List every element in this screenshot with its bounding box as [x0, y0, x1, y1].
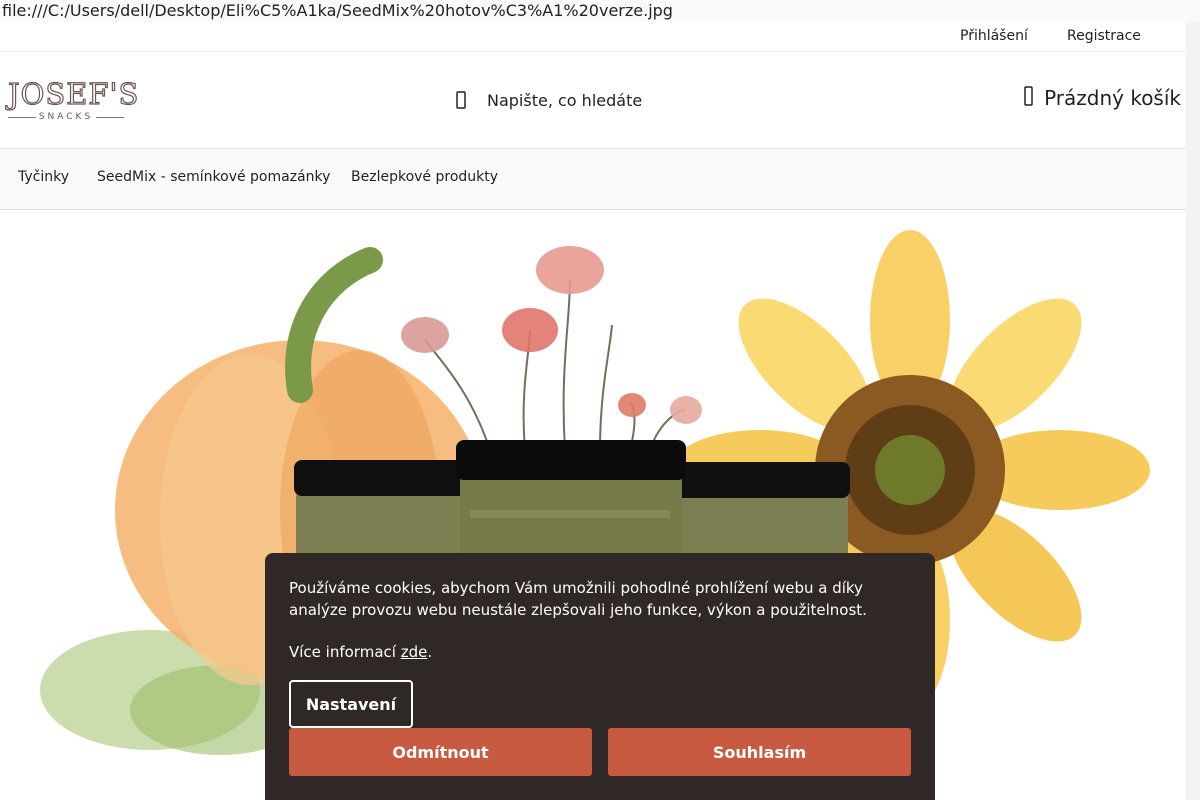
cookie-text: Používáme cookies, abychom Vám umožnili … [289, 579, 867, 619]
cookie-more-info: Více informací zde. [289, 641, 911, 663]
search-box[interactable]: Napište, co hledáte [453, 86, 642, 114]
register-link[interactable]: Registrace [1067, 28, 1141, 44]
search-icon[interactable] [453, 91, 469, 109]
cookie-more-prefix: Více informací [289, 643, 401, 661]
login-link[interactable]: Přihlášení [960, 28, 1028, 44]
cart-button[interactable]: Prázdný košík [1024, 86, 1181, 110]
cart-icon [1024, 86, 1034, 110]
nav-item-tycinky[interactable]: Tyčinky [18, 169, 69, 185]
browser-url-bar[interactable]: file:///C:/Users/dell/Desktop/Eli%C5%A1k… [0, 0, 1200, 22]
top-bar: Přihlášení Registrace [0, 22, 1186, 52]
main-nav: Tyčinky SeedMix - semínkové pomazánky Be… [0, 149, 1186, 210]
cookie-more-suffix: . [427, 643, 433, 661]
nav-item-bezlepkove[interactable]: Bezlepkové produkty [351, 169, 498, 185]
site-header: JOSEF'S SNACKS Napište, co hledáte Prázd… [0, 52, 1186, 149]
logo-divider [96, 117, 124, 118]
nav-item-seedmix[interactable]: SeedMix - semínkové pomazánky [97, 169, 330, 185]
cookie-accept-button[interactable]: Souhlasím [608, 728, 911, 776]
cookie-consent-panel: Používáme cookies, abychom Vám umožnili … [265, 553, 935, 800]
logo[interactable]: JOSEF'S SNACKS [7, 77, 140, 126]
page-scrollbar[interactable] [1186, 22, 1200, 800]
search-input[interactable]: Napište, co hledáte [487, 91, 642, 110]
cart-label: Prázdný košík [1044, 86, 1181, 110]
cookie-more-link[interactable]: zde [401, 643, 428, 661]
cookie-reject-button[interactable]: Odmítnout [289, 728, 592, 776]
cookie-settings-button[interactable]: Nastavení [289, 680, 413, 728]
logo-wordmark: JOSEF'S [7, 77, 140, 111]
